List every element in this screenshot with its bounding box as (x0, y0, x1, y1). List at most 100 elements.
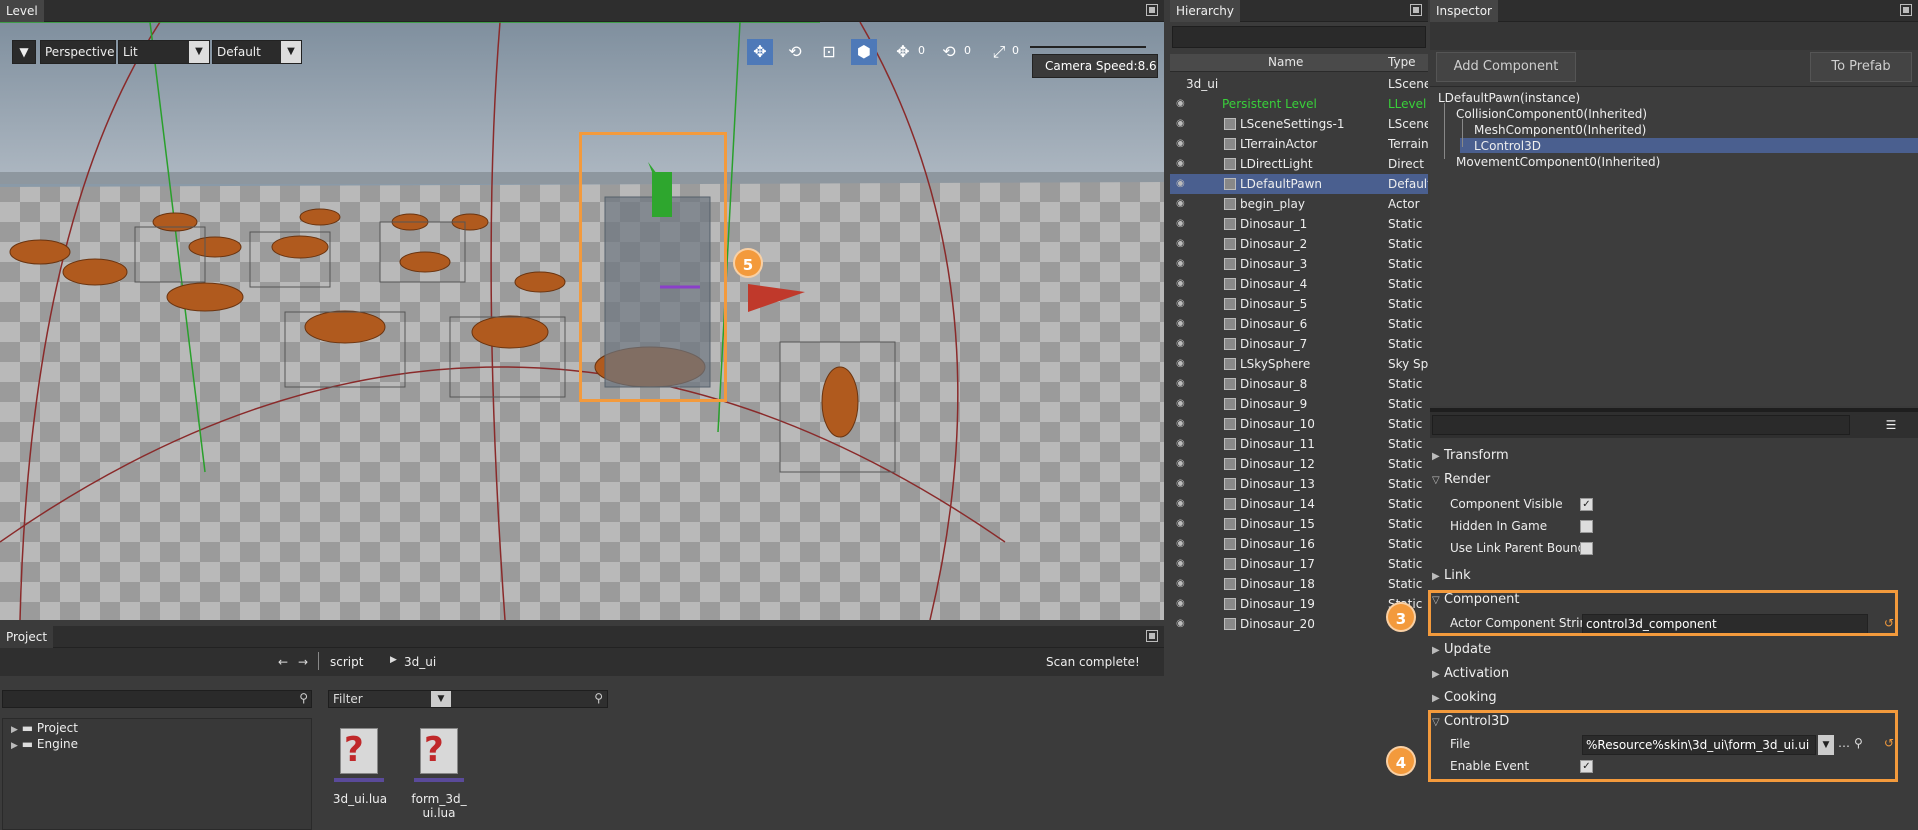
column-name[interactable]: Name (1268, 55, 1303, 69)
hierarchy-row[interactable]: ◉ Dinosaur_11 Static (1170, 434, 1428, 454)
use-link-parent-bound-checkbox[interactable] (1580, 542, 1593, 555)
column-type[interactable]: Type (1388, 55, 1428, 69)
hierarchy-row[interactable]: ◉ Persistent Level LLevel (1170, 94, 1428, 114)
tree-item-collision[interactable]: CollisionComponent0(Inherited) (1456, 107, 1647, 121)
visibility-eye-icon[interactable]: ◉ (1176, 394, 1190, 414)
hierarchy-row[interactable]: ◉ LDefaultPawn Default (1170, 174, 1428, 194)
visibility-eye-icon[interactable]: ◉ (1176, 314, 1190, 334)
visibility-eye-icon[interactable]: ◉ (1176, 134, 1190, 154)
visibility-eye-icon[interactable]: ◉ (1176, 594, 1190, 614)
visibility-eye-icon[interactable]: ◉ (1176, 514, 1190, 534)
scale-tool-icon[interactable]: ⊡ (816, 39, 842, 65)
rotate-snap-icon[interactable]: ⟲ (936, 39, 962, 65)
pin-icon[interactable] (1410, 4, 1422, 16)
translate-snap-icon[interactable]: ✥ (890, 39, 916, 65)
to-prefab-button[interactable]: To Prefab (1810, 52, 1912, 82)
scale-snap-icon[interactable]: ⤢ (986, 39, 1012, 65)
section-activation[interactable]: ▶ Activation (1432, 664, 1916, 684)
details-search-input[interactable] (1432, 415, 1850, 435)
visibility-eye-icon[interactable]: ◉ (1176, 354, 1190, 374)
section-cooking[interactable]: ▶ Cooking (1432, 688, 1916, 708)
visibility-eye-icon[interactable]: ◉ (1176, 494, 1190, 514)
list-view-icon[interactable]: ☰ (1868, 415, 1914, 435)
hierarchy-row[interactable]: ◉ Dinosaur_17 Static (1170, 554, 1428, 574)
hierarchy-row[interactable]: ◉ Dinosaur_18 Static (1170, 574, 1428, 594)
visibility-eye-icon[interactable]: ◉ (1176, 434, 1190, 454)
section-render[interactable]: ▽ Render (1432, 470, 1916, 490)
hierarchy-row[interactable]: ◉ Dinosaur_1 Static (1170, 214, 1428, 234)
pin-icon[interactable] (1146, 4, 1158, 16)
component-visible-checkbox[interactable]: ✓ (1580, 498, 1593, 511)
tree-item-mesh[interactable]: MeshComponent0(Inherited) (1474, 123, 1646, 137)
filter-bar[interactable]: Filter ▼ ⚲ (328, 690, 608, 708)
hierarchy-row[interactable]: ◉ Dinosaur_6 Static (1170, 314, 1428, 334)
tab-hierarchy[interactable]: Hierarchy (1170, 0, 1241, 22)
section-update[interactable]: ▶ Update (1432, 640, 1916, 660)
view-mode-dropdown[interactable]: Lit ▼ (118, 40, 210, 64)
hierarchy-row[interactable]: ◉ Dinosaur_2 Static (1170, 234, 1428, 254)
visibility-eye-icon[interactable]: ◉ (1176, 574, 1190, 594)
pin-icon[interactable] (1146, 630, 1158, 642)
visibility-eye-icon[interactable]: ◉ (1176, 274, 1190, 294)
hierarchy-search-input[interactable] (1172, 26, 1426, 48)
visibility-eye-icon[interactable]: ◉ (1176, 94, 1190, 114)
hierarchy-row[interactable]: ◉ Dinosaur_8 Static (1170, 374, 1428, 394)
hierarchy-row[interactable]: ◉ Dinosaur_10 Static (1170, 414, 1428, 434)
lua-file-icon[interactable]: ? (334, 728, 384, 782)
section-transform[interactable]: ▶ Transform (1432, 446, 1916, 466)
hierarchy-row[interactable]: ◉ Dinosaur_5 Static (1170, 294, 1428, 314)
section-link[interactable]: ▶ Link (1432, 566, 1916, 586)
chevron-down-icon[interactable]: ▼ (431, 691, 451, 707)
hierarchy-row[interactable]: ◉ Dinosaur_14 Static (1170, 494, 1428, 514)
visibility-eye-icon[interactable]: ◉ (1176, 154, 1190, 174)
breadcrumb-3d-ui[interactable]: 3d_ui (404, 655, 436, 669)
rotate-tool-icon[interactable]: ⟲ (782, 39, 808, 65)
hierarchy-row[interactable]: ◉ Dinosaur_16 Static (1170, 534, 1428, 554)
visibility-eye-icon[interactable]: ◉ (1176, 234, 1190, 254)
hierarchy-row[interactable]: ◉ LSceneSettings-1 LScene (1170, 114, 1428, 134)
tab-project[interactable]: Project (0, 626, 54, 648)
visibility-eye-icon[interactable]: ◉ (1176, 334, 1190, 354)
projection-button[interactable]: Perspective (40, 40, 116, 64)
hierarchy-row[interactable]: ◉ LSkySphere Sky Sp (1170, 354, 1428, 374)
level-viewport[interactable]: ▼ Perspective Lit ▼ Default ▼ ✥ ⟲ ⊡ ⬢ ✥ … (0, 22, 1164, 620)
tree-item-pawn[interactable]: LDefaultPawn(instance) (1438, 91, 1580, 105)
visibility-eye-icon[interactable]: ◉ (1176, 554, 1190, 574)
visibility-eye-icon[interactable]: ◉ (1176, 534, 1190, 554)
hierarchy-row[interactable]: 3d_ui LScene (1170, 74, 1428, 94)
preset-dropdown[interactable]: Default ▼ (212, 40, 302, 64)
forward-arrow-icon[interactable]: → (298, 655, 308, 669)
viewport-menu-button[interactable]: ▼ (12, 40, 36, 64)
visibility-eye-icon[interactable]: ◉ (1176, 194, 1190, 214)
hierarchy-row[interactable]: ◉ Dinosaur_4 Static (1170, 274, 1428, 294)
tree-item-lcontrol3d[interactable]: LControl3D (1474, 139, 1541, 153)
visibility-eye-icon[interactable]: ◉ (1176, 454, 1190, 474)
hierarchy-row[interactable]: ◉ LDirectLight Direct (1170, 154, 1428, 174)
search-icon[interactable]: ⚲ (594, 691, 603, 705)
camera-speed-slider[interactable] (1030, 46, 1146, 48)
tab-inspector[interactable]: Inspector (1430, 0, 1498, 22)
lua-file-icon[interactable]: ? (414, 728, 464, 782)
hierarchy-row[interactable]: ◉ Dinosaur_13 Static (1170, 474, 1428, 494)
hierarchy-row[interactable]: ◉ Dinosaur_12 Static (1170, 454, 1428, 474)
hidden-in-game-checkbox[interactable] (1580, 520, 1593, 533)
visibility-eye-icon[interactable]: ◉ (1176, 174, 1190, 194)
hierarchy-row[interactable]: ◉ Dinosaur_15 Static (1170, 514, 1428, 534)
search-icon[interactable]: ⚲ (299, 691, 308, 705)
tab-level[interactable]: Level (0, 0, 44, 22)
tree-item-project[interactable]: ▶ ▬ Project (11, 721, 78, 735)
breadcrumb-script[interactable]: script (330, 655, 363, 669)
tree-item-engine[interactable]: ▶ ▬ Engine (11, 737, 78, 751)
visibility-eye-icon[interactable]: ◉ (1176, 254, 1190, 274)
tree-item-movement[interactable]: MovementComponent0(Inherited) (1456, 155, 1660, 169)
visibility-eye-icon[interactable]: ◉ (1176, 614, 1190, 634)
project-search-input[interactable]: ⚲ (2, 690, 312, 708)
visibility-eye-icon[interactable]: ◉ (1176, 474, 1190, 494)
translate-tool-icon[interactable]: ✥ (747, 39, 773, 65)
visibility-eye-icon[interactable]: ◉ (1176, 294, 1190, 314)
hierarchy-row[interactable]: ◉ Dinosaur_3 Static (1170, 254, 1428, 274)
hierarchy-row[interactable]: ◉ Dinosaur_9 Static (1170, 394, 1428, 414)
add-component-button[interactable]: Add Component (1436, 52, 1576, 82)
pin-icon[interactable] (1900, 4, 1912, 16)
visibility-eye-icon[interactable]: ◉ (1176, 374, 1190, 394)
